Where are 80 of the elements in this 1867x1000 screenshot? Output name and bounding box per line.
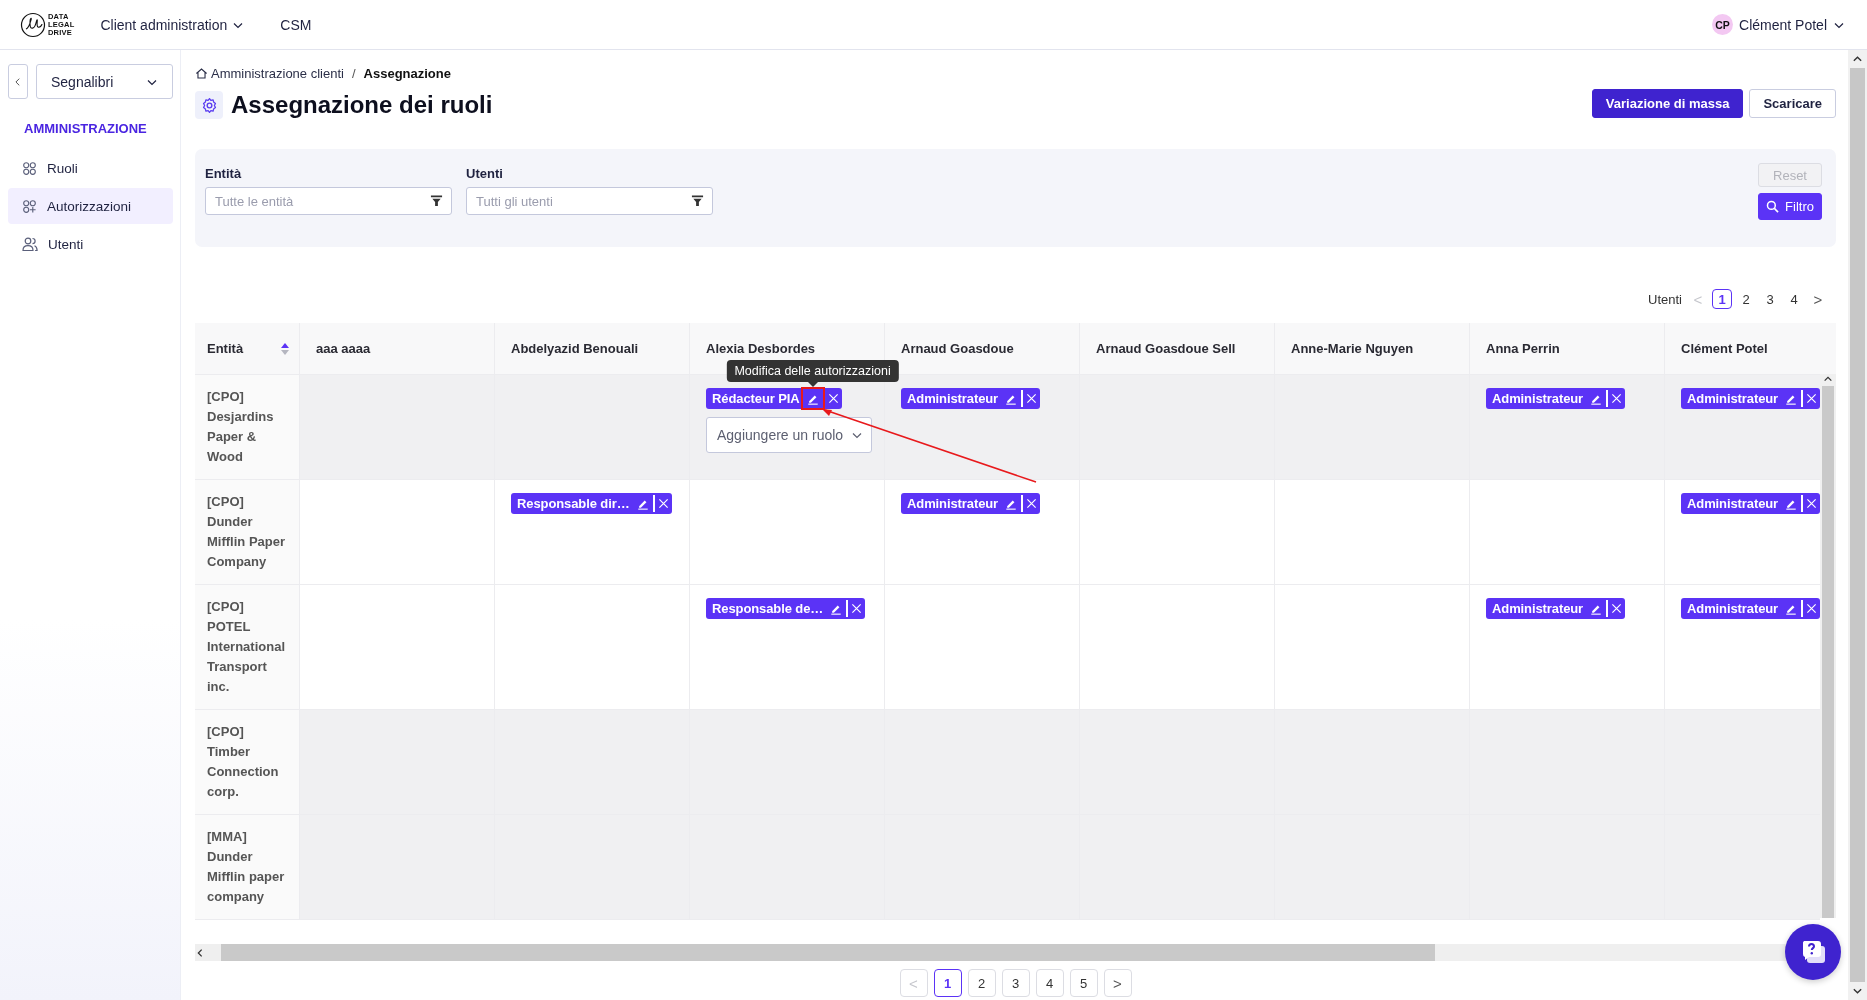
column-header: Anna Perrin	[1470, 323, 1665, 374]
search-icon	[1766, 200, 1780, 213]
role-name: Administrateur	[1687, 601, 1779, 616]
home-icon	[195, 66, 208, 80]
role-name: Responsable dir…	[517, 496, 630, 511]
role-select[interactable]: Aggiungere un ruolo	[706, 417, 872, 453]
role-name: Administrateur	[1687, 391, 1779, 406]
column-header: Anne-Marie Nguyen	[1275, 323, 1470, 374]
close-icon	[1806, 603, 1818, 614]
breadcrumb-current: Assegnazione	[363, 65, 451, 81]
filter-field[interactable]: Tutte le entità	[205, 187, 452, 215]
column-header: aaa aaaa	[300, 323, 495, 374]
filter-field[interactable]: Tutti gli utenti	[466, 187, 713, 215]
filter-icon	[430, 194, 443, 207]
field-label: Entità	[205, 166, 243, 181]
close-icon	[1026, 498, 1038, 509]
action-button[interactable]: Scaricare	[1749, 89, 1836, 118]
gear-icon	[200, 96, 218, 114]
close-icon	[851, 603, 863, 614]
next-page-button[interactable]: >	[1103, 969, 1132, 997]
breadcrumb-link[interactable]: Amministrazione clienti	[195, 65, 344, 81]
vertical-scrollbar[interactable]	[1820, 374, 1836, 918]
sidebar-item[interactable]: Utenti	[8, 226, 173, 262]
entity-cell: [CPO] Timber Connection corp.	[195, 710, 300, 814]
user-menu[interactable]: CP Clément Potel	[1712, 14, 1845, 35]
close-icon	[1806, 393, 1818, 404]
sort-icon	[281, 342, 289, 355]
pager-label: Utenti	[1648, 291, 1682, 307]
help-button[interactable]	[1785, 924, 1841, 980]
logo-icon	[20, 11, 46, 38]
page-button[interactable]: 5	[1069, 969, 1098, 997]
close-icon	[1611, 603, 1623, 614]
role-name: Administrateur	[907, 496, 999, 511]
tooltip-pointer	[806, 381, 819, 387]
section-title: AMMINISTRAZIONE	[23, 121, 148, 136]
entity-cell: [CPO] POTEL International Transport inc.	[195, 585, 300, 709]
close-icon	[827, 393, 839, 404]
scroll-down-icon	[1852, 986, 1863, 996]
role-name: Administrateur	[1492, 601, 1584, 616]
sidebar-item[interactable]: Autorizzazioni	[8, 188, 173, 224]
breadcrumb-separator: /	[351, 65, 356, 81]
bookmarks-select[interactable]: Segnalibri	[36, 64, 173, 99]
role-name: Administrateur	[1687, 496, 1779, 511]
column-header: Abdelyazid Benouali	[495, 323, 690, 374]
role-name: Rédacteur PIA	[712, 391, 800, 406]
edit-button[interactable]	[802, 389, 823, 408]
nav-menu[interactable]: CSM	[280, 14, 312, 35]
entity-cell: [CPO] Desjardins Paper & Wood	[195, 375, 300, 479]
page-button[interactable]: 3	[1001, 969, 1030, 997]
filter-button[interactable]: Filtro	[1758, 193, 1822, 220]
sidebar-item[interactable]: Ruoli	[8, 150, 173, 186]
users-icon	[22, 236, 38, 252]
entity-cell: [MMA] Dunder Mifflin paper company	[195, 815, 300, 919]
page-button[interactable]: 1	[933, 969, 962, 997]
role-name: Responsable de…	[712, 601, 824, 616]
close-icon	[657, 498, 669, 509]
column-title: Entità	[207, 341, 244, 356]
column-header: Arnaud Goasdoue Sell	[1080, 323, 1275, 374]
page-button[interactable]: 1	[1712, 289, 1732, 309]
close-icon	[1026, 393, 1038, 404]
page-scrollbar[interactable]	[1848, 50, 1867, 1000]
page-button[interactable]: 4	[1035, 969, 1064, 997]
page-button[interactable]: 2	[967, 969, 996, 997]
page-title: Assegnazione dei ruoli	[231, 91, 493, 119]
role-name: Administrateur	[1492, 391, 1584, 406]
close-icon	[1806, 498, 1818, 509]
scroll-up-icon	[1823, 374, 1833, 384]
scroll-left-icon	[195, 947, 205, 958]
action-button[interactable]: Variazione di massa	[1591, 89, 1744, 118]
scroll-up-icon	[1852, 54, 1863, 64]
horizontal-scrollbar[interactable]	[195, 944, 1787, 961]
avatar: CP	[1712, 14, 1734, 35]
filter-icon	[691, 194, 704, 207]
nav-menu[interactable]: Client administration	[100, 14, 245, 35]
entity-cell: [CPO] Dunder Mifflin Paper Company	[195, 480, 300, 584]
grid-plus-icon	[22, 198, 37, 214]
role-name: Administrateur	[907, 391, 999, 406]
field-label: Utenti	[466, 166, 504, 181]
close-icon	[1611, 393, 1623, 404]
grid-icon	[22, 160, 37, 176]
